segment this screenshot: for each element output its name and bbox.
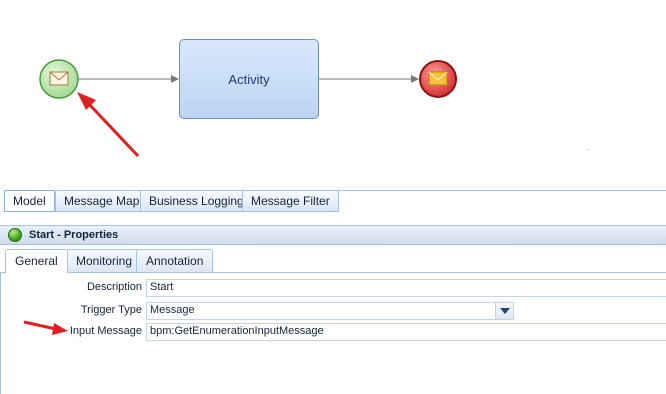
trigger-type-select[interactable]: Message: [146, 302, 514, 320]
tab-bar-divider: [330, 190, 666, 191]
tab-annotation[interactable]: Annotation: [136, 249, 214, 273]
process-canvas[interactable]: Activity: [0, 0, 666, 188]
properties-header: Start - Properties: [0, 225, 666, 245]
envelope-icon: [49, 71, 69, 86]
envelope-icon: [428, 71, 448, 86]
properties-form: Description Start Trigger Type Message I…: [0, 273, 666, 394]
flow-arrowhead: [411, 75, 419, 83]
end-event[interactable]: [419, 60, 457, 98]
tab-monitoring[interactable]: Monitoring: [66, 249, 143, 273]
tab-monitoring-label: Monitoring: [76, 254, 133, 268]
activity-label: Activity: [228, 71, 270, 87]
activity-task[interactable]: Activity: [179, 39, 319, 119]
diagram-svg: [39, 59, 589, 158]
tab-annotation-label: Annotation: [146, 254, 204, 268]
input-message-label: Input Message: [69, 325, 142, 337]
model-tab-bar: Model Message Map Business Logging Messa…: [0, 188, 666, 215]
description-label: Description: [86, 281, 142, 293]
trigger-type-value: Message: [150, 304, 195, 316]
canvas-dot: [587, 149, 589, 151]
tab-message-filter[interactable]: Message Filter: [242, 190, 339, 212]
description-field[interactable]: Start: [146, 279, 666, 297]
tab-model[interactable]: Model: [4, 190, 55, 212]
input-message-value: bpm:GetEnumerationInputMessage: [150, 325, 324, 337]
properties-tab-bar: General Monitoring Annotation: [0, 245, 666, 274]
input-message-field[interactable]: bpm:GetEnumerationInputMessage: [146, 323, 666, 341]
tab-message-map[interactable]: Message Map: [55, 190, 149, 212]
tab-message-map-label: Message Map: [64, 194, 140, 208]
annotation-arrow-input-message: [23, 320, 68, 335]
description-value: Start: [150, 281, 174, 293]
tab-general[interactable]: General: [5, 249, 68, 274]
tab-general-label: General: [15, 254, 58, 268]
tab-business-logging[interactable]: Business Logging: [140, 190, 253, 212]
start-event[interactable]: [39, 59, 79, 99]
tab-model-label: Model: [13, 194, 46, 208]
flow-arrowhead: [171, 75, 179, 83]
tab-business-logging-label: Business Logging: [149, 194, 244, 208]
tab-message-filter-label: Message Filter: [251, 194, 330, 208]
start-status-icon: [8, 228, 22, 242]
chevron-down-icon[interactable]: [495, 303, 513, 319]
properties-title: Start - Properties: [29, 229, 119, 241]
trigger-type-label: Trigger Type: [80, 304, 142, 316]
annotation-arrow: [77, 92, 140, 158]
